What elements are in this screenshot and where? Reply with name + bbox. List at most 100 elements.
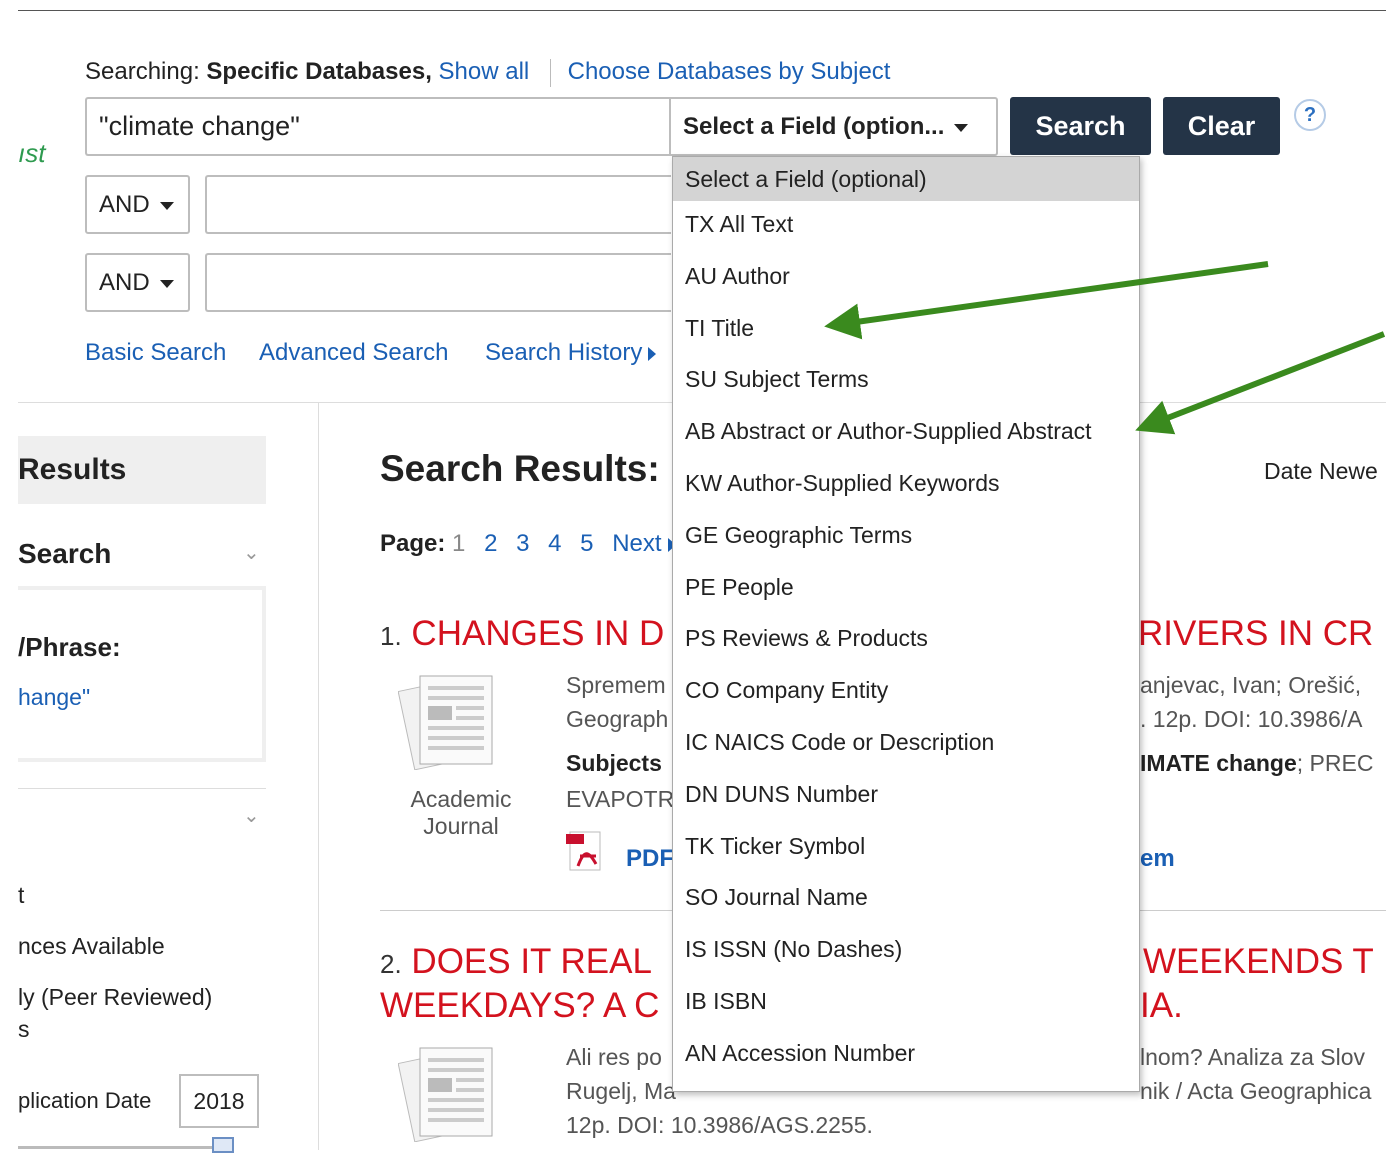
result-meta-line: EVAPOTR <box>566 786 675 812</box>
field-dropdown-menu: Select a Field (optional) TX All Text AU… <box>672 156 1140 1092</box>
field-option-ib[interactable]: IB ISBN <box>673 978 1139 1030</box>
result-title-2[interactable]: 2. DOES IT REAL <box>380 942 652 982</box>
publication-date-input[interactable]: 2018 <box>179 1074 259 1128</box>
result-title-1-right[interactable]: RIVERS IN CR <box>1138 614 1373 654</box>
result-title-text: DOES IT REAL <box>411 942 652 981</box>
result-title-1[interactable]: 1. CHANGES IN D <box>380 614 664 654</box>
field-option-tk[interactable]: TK Ticker Symbol <box>673 823 1139 875</box>
page-link-4[interactable]: 4 <box>548 530 561 557</box>
boolean-select-2[interactable]: AND <box>85 253 190 312</box>
result-meta-line: Spremem <box>566 672 666 698</box>
page-link-2[interactable]: 2 <box>484 530 497 557</box>
chevron-down-icon[interactable]: ⌄ <box>243 540 260 565</box>
field-option-ps[interactable]: PS Reviews & Products <box>673 615 1139 667</box>
searching-line: Searching: Specific Databases, Show all … <box>85 58 890 87</box>
caret-down-icon <box>159 279 174 288</box>
search-input[interactable]: "climate change" <box>85 97 670 156</box>
field-option-pe[interactable]: PE People <box>673 564 1139 616</box>
basic-search-link[interactable]: Basic Search <box>85 339 226 367</box>
field-option-dn[interactable]: DN DUNS Number <box>673 771 1139 823</box>
boolean-value: AND <box>99 269 150 296</box>
advanced-search-link[interactable]: Advanced Search <box>259 339 448 367</box>
search-history-label: Search History <box>485 339 643 366</box>
field-option-tx[interactable]: TX All Text <box>673 201 1139 253</box>
field-option-au[interactable]: AU Author <box>673 253 1139 305</box>
top-divider <box>18 10 1386 11</box>
phrase-label: /Phrase: <box>18 632 121 662</box>
search-button[interactable]: Search <box>1010 97 1151 155</box>
field-option-su[interactable]: SU Subject Terms <box>673 356 1139 408</box>
limiter-item[interactable]: nces Available <box>18 933 165 960</box>
next-label: Next <box>612 530 662 557</box>
search-input-row-3[interactable] <box>205 253 671 312</box>
search-history-link[interactable]: Search History <box>485 339 657 367</box>
result-meta-line: nik / Acta Geographica <box>1140 1078 1372 1104</box>
page-label: Page: <box>380 530 446 557</box>
chevron-down-icon[interactable]: ⌄ <box>243 803 260 828</box>
publication-type: Academic Journal <box>410 786 512 839</box>
phrase-value-link[interactable]: hange" <box>18 684 90 711</box>
arrow-to-abstract-option <box>1135 331 1386 435</box>
limiter-item[interactable]: t <box>18 882 24 909</box>
field-select[interactable]: Select a Field (option... <box>669 97 998 156</box>
pagination: Page: 1 2 3 4 5 Next <box>380 530 676 558</box>
subject-term-link[interactable]: IMATE change <box>1140 750 1297 776</box>
logo: ıst <box>18 138 46 168</box>
result-number: 2. <box>380 949 402 979</box>
field-option-so[interactable]: SO Journal Name <box>673 874 1139 926</box>
subjects-line: IMATE change; PREC <box>1140 750 1373 777</box>
sidebar-divider-2 <box>18 788 266 789</box>
help-icon[interactable]: ? <box>1294 99 1326 131</box>
result-number: 1. <box>380 621 402 651</box>
choose-databases-link[interactable]: Choose Databases by Subject <box>568 58 891 85</box>
result-meta-line: Rugelj, Ma <box>566 1078 676 1104</box>
field-option-ab[interactable]: AB Abstract or Author-Supplied Abstract <box>673 408 1139 460</box>
clear-button[interactable]: Clear <box>1163 97 1280 155</box>
search-input-row-2[interactable] <box>205 175 671 234</box>
field-option-ti[interactable]: TI Title <box>673 305 1139 357</box>
result-title-2-right[interactable]: WEEKENDS T <box>1143 942 1374 982</box>
result-meta-line: 12p. DOI: 10.3986/AGS.2255. <box>566 1112 873 1138</box>
refine-results-heading: Results <box>18 436 266 504</box>
sidebar-divider <box>318 403 319 1150</box>
boolean-select-1[interactable]: AND <box>85 175 190 234</box>
field-option-is[interactable]: IS ISSN (No Dashes) <box>673 926 1139 978</box>
academic-journal-icon <box>398 1047 493 1142</box>
date-slider-handle[interactable] <box>212 1137 234 1153</box>
page-link-5[interactable]: 5 <box>580 530 593 557</box>
field-option-co[interactable]: CO Company Entity <box>673 667 1139 719</box>
phrase-box <box>18 586 266 762</box>
searching-scope: Specific Databases, <box>206 58 432 85</box>
show-all-link[interactable]: Show all <box>439 58 530 85</box>
limiter-item: s <box>18 1016 30 1042</box>
current-search-heading[interactable]: Search <box>18 538 111 570</box>
subjects-label: Subjects <box>566 750 662 777</box>
page-link-3[interactable]: 3 <box>516 530 529 557</box>
pdf-icon[interactable] <box>566 830 606 872</box>
result-title-2-line2-right[interactable]: IA. <box>1140 986 1183 1026</box>
caret-down-icon <box>159 201 174 210</box>
field-option-ge[interactable]: GE Geographic Terms <box>673 512 1139 564</box>
sort-select[interactable]: Date Newe <box>1264 458 1378 485</box>
subjects-rest: ; PREC <box>1296 750 1374 776</box>
field-option-ic[interactable]: IC NAICS Code or Description <box>673 719 1139 771</box>
searching-label: Searching: <box>85 58 200 85</box>
field-select-value: Select a Field (option... <box>683 113 945 140</box>
result-meta-line: . 12p. DOI: 10.3986/A <box>1140 706 1363 732</box>
limiter-item[interactable]: ly (Peer Reviewed) <box>18 984 212 1011</box>
date-slider-track[interactable] <box>18 1146 218 1149</box>
caret-down-icon <box>954 123 969 132</box>
find-it-link[interactable]: em <box>1140 845 1175 873</box>
next-page-link[interactable]: Next <box>612 530 676 557</box>
boolean-value: AND <box>99 191 150 218</box>
page-current: 1 <box>452 530 466 557</box>
field-option-kw[interactable]: KW Author-Supplied Keywords <box>673 460 1139 512</box>
field-option-none[interactable]: Select a Field (optional) <box>673 157 1139 201</box>
result-title-2-line2[interactable]: WEEKDAYS? A C <box>380 986 659 1026</box>
result-title-text: CHANGES IN D <box>411 614 665 653</box>
field-option-an[interactable]: AN Accession Number <box>673 1030 1139 1082</box>
result-meta-line: anjevac, Ivan; Orešić, <box>1140 672 1362 698</box>
results-title: Search Results: <box>380 448 660 489</box>
result-meta-line: Geograph <box>566 706 669 732</box>
pdf-full-text-link[interactable]: PDF <box>626 845 674 873</box>
